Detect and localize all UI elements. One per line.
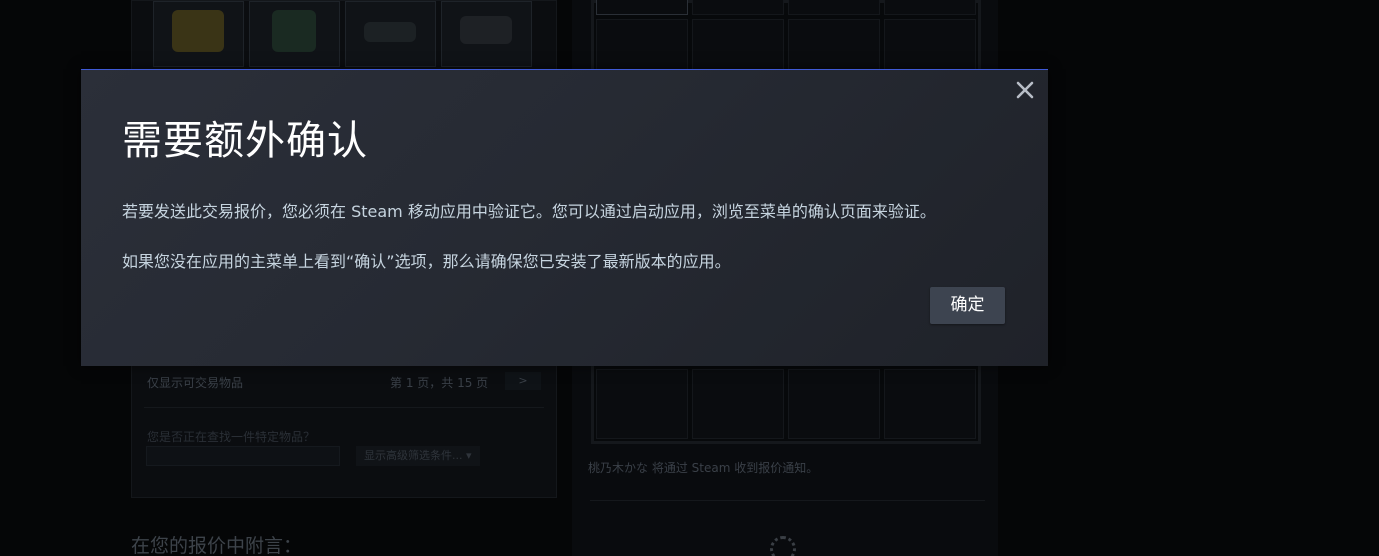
dialog-title: 需要额外确认	[122, 118, 368, 164]
next-page-button[interactable]: >	[505, 372, 541, 390]
rifle-icon	[364, 22, 416, 42]
case-icon	[172, 10, 224, 52]
weapon-icon	[272, 10, 316, 52]
trade-slot[interactable]	[788, 19, 880, 73]
additional-confirmation-dialog: 需要额外确认 若要发送此交易报价，您必须在 Steam 移动应用中验证它。您可以…	[81, 69, 1048, 366]
trade-slot[interactable]	[884, 369, 976, 439]
weapon-icon	[460, 16, 512, 44]
dialog-message-verify: 若要发送此交易报价，您必须在 Steam 移动应用中验证它。您可以通过启动应用，…	[122, 202, 936, 221]
trade-slot[interactable]	[692, 19, 784, 73]
advanced-filter-button[interactable]: 显示高级筛选条件... ▾	[356, 446, 480, 466]
search-prompt: 您是否正在查找一件特定物品？	[147, 430, 316, 444]
close-icon	[1016, 81, 1034, 99]
trade-slot[interactable]	[692, 369, 784, 439]
item-search-input[interactable]	[146, 446, 340, 466]
trade-slot[interactable]	[692, 0, 784, 15]
inventory-item-thumb[interactable]	[249, 1, 340, 67]
inventory-item-thumb[interactable]	[441, 1, 532, 67]
ok-button[interactable]: 确定	[930, 287, 1005, 324]
dialog-message-update: 如果您没在应用的主菜单上看到“确认”选项，那么请确保您已安装了最新版本的应用。	[122, 252, 731, 271]
note-title: 在您的报价中附言：	[131, 535, 303, 556]
advanced-filter-label: 显示高级筛选条件...	[364, 449, 463, 462]
loading-spinner-icon	[770, 536, 796, 556]
trade-slot[interactable]	[596, 0, 688, 15]
trade-slot[interactable]	[596, 19, 688, 73]
notify-text: 桃乃木かな 将通过 Steam 收到报价通知。	[588, 461, 819, 475]
tradable-only-label: 仅显示可交易物品	[147, 376, 244, 390]
pager-text: 第 1 页，共 15 页	[390, 376, 489, 390]
inventory-item-thumb[interactable]	[345, 1, 436, 67]
chevron-down-icon: ▾	[466, 449, 472, 462]
divider	[144, 407, 544, 408]
trade-slot[interactable]	[788, 0, 880, 15]
trade-slot[interactable]	[884, 19, 976, 73]
inventory-item-thumb[interactable]	[153, 1, 244, 67]
trade-slot[interactable]	[788, 369, 880, 439]
trade-offer-page: 仅显示可交易物品 第 1 页，共 15 页 > 您是否正在查找一件特定物品？ 显…	[0, 0, 1379, 556]
trade-slot[interactable]	[596, 369, 688, 439]
trade-slot[interactable]	[884, 0, 976, 15]
close-button[interactable]	[1014, 79, 1036, 101]
divider	[590, 500, 985, 501]
